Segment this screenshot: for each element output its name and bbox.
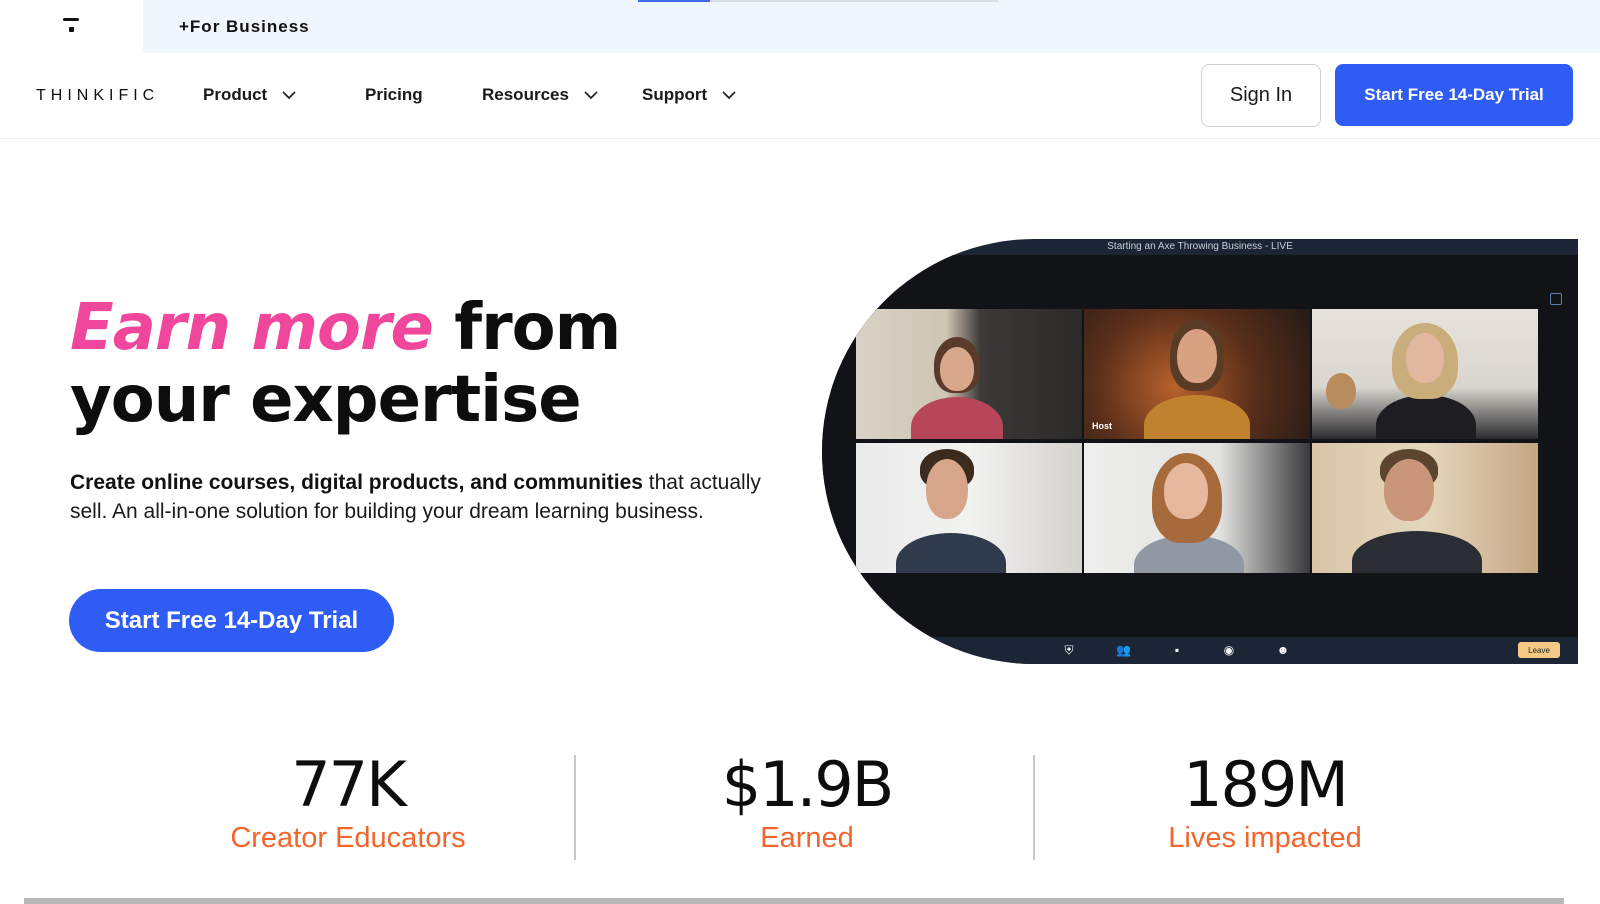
- for-business-link[interactable]: +For Business: [179, 17, 310, 37]
- for-business-area: [143, 0, 1600, 53]
- call-toolbar: ⛨ 👥 ▪ ◉ ☻ Leave: [822, 637, 1578, 664]
- participant-tile-host: Host: [1084, 309, 1310, 439]
- nav-item-resources[interactable]: Resources: [482, 85, 599, 105]
- shield-icon[interactable]: ⛨: [1062, 643, 1076, 657]
- nav-item-label: Resources: [482, 85, 569, 104]
- participant-tile: [1312, 309, 1538, 439]
- stat-earned: $1.9B Earned: [597, 752, 1017, 856]
- start-trial-hero-button[interactable]: Start Free 14-Day Trial: [69, 589, 394, 652]
- stat-label: Creator Educators: [230, 822, 466, 854]
- nav-item-support[interactable]: Support: [642, 85, 737, 105]
- stat-divider: [1033, 755, 1035, 860]
- horizontal-scrollbar[interactable]: [24, 898, 1564, 904]
- chat-icon[interactable]: ▪: [1170, 643, 1184, 657]
- brand-logo[interactable]: THINKIFIC: [36, 87, 159, 105]
- leave-button[interactable]: Leave: [1518, 642, 1560, 658]
- nav-item-pricing[interactable]: Pricing: [365, 85, 423, 105]
- mockup-title: Starting an Axe Throwing Business - LIVE: [1107, 241, 1293, 252]
- start-trial-nav-button[interactable]: Start Free 14-Day Trial: [1335, 64, 1573, 126]
- fullscreen-icon: [1550, 293, 1562, 305]
- nav-item-label: Support: [642, 85, 708, 104]
- chevron-down-icon: [584, 91, 598, 100]
- stat-value: 77K: [291, 748, 407, 821]
- hero-headline: Earn more from your expertise: [70, 292, 790, 436]
- stat-value: $1.9B: [721, 748, 895, 821]
- stat-value: 189M: [1183, 748, 1349, 821]
- scroll-progress-filled: [638, 0, 710, 2]
- participant-tile: [856, 443, 1082, 573]
- thinkific-logo-icon[interactable]: [62, 18, 80, 36]
- nav-item-label: Pricing: [365, 85, 423, 104]
- nav-item-product[interactable]: Product: [203, 85, 297, 105]
- stat-label: Lives impacted: [1168, 822, 1362, 854]
- nav-item-label: Product: [203, 85, 268, 104]
- participant-tile: [1084, 443, 1310, 573]
- stat-label: Earned: [760, 822, 854, 854]
- participants-icon[interactable]: 👥: [1116, 643, 1131, 657]
- record-icon[interactable]: ◉: [1222, 643, 1236, 657]
- stat-creators: 77K Creator Educators: [138, 752, 558, 856]
- chevron-down-icon: [722, 91, 736, 100]
- participant-tile: [856, 309, 1082, 439]
- reactions-icon[interactable]: ☻: [1276, 643, 1290, 657]
- top-logo-area: [0, 0, 143, 53]
- scroll-progress-track: [710, 0, 998, 2]
- subtext-bold: Create online courses, digital products,…: [70, 471, 643, 494]
- video-grid-area: Host: [822, 255, 1578, 637]
- stat-lives: 189M Lives impacted: [1055, 752, 1475, 856]
- main-navigation: THINKIFIC Product Pricing Resources Supp…: [0, 53, 1600, 139]
- chevron-down-icon: [282, 91, 296, 100]
- live-video-mockup: Starting an Axe Throwing Business - LIVE…: [822, 239, 1578, 664]
- stat-divider: [574, 755, 576, 860]
- host-label: Host: [1092, 421, 1112, 431]
- sign-in-button[interactable]: Sign In: [1201, 64, 1321, 127]
- top-announcement-bar: +For Business: [0, 0, 1600, 53]
- hero-subtext: Create online courses, digital products,…: [70, 468, 770, 526]
- headline-accent: Earn more: [70, 291, 434, 365]
- participant-tile: [1312, 443, 1538, 573]
